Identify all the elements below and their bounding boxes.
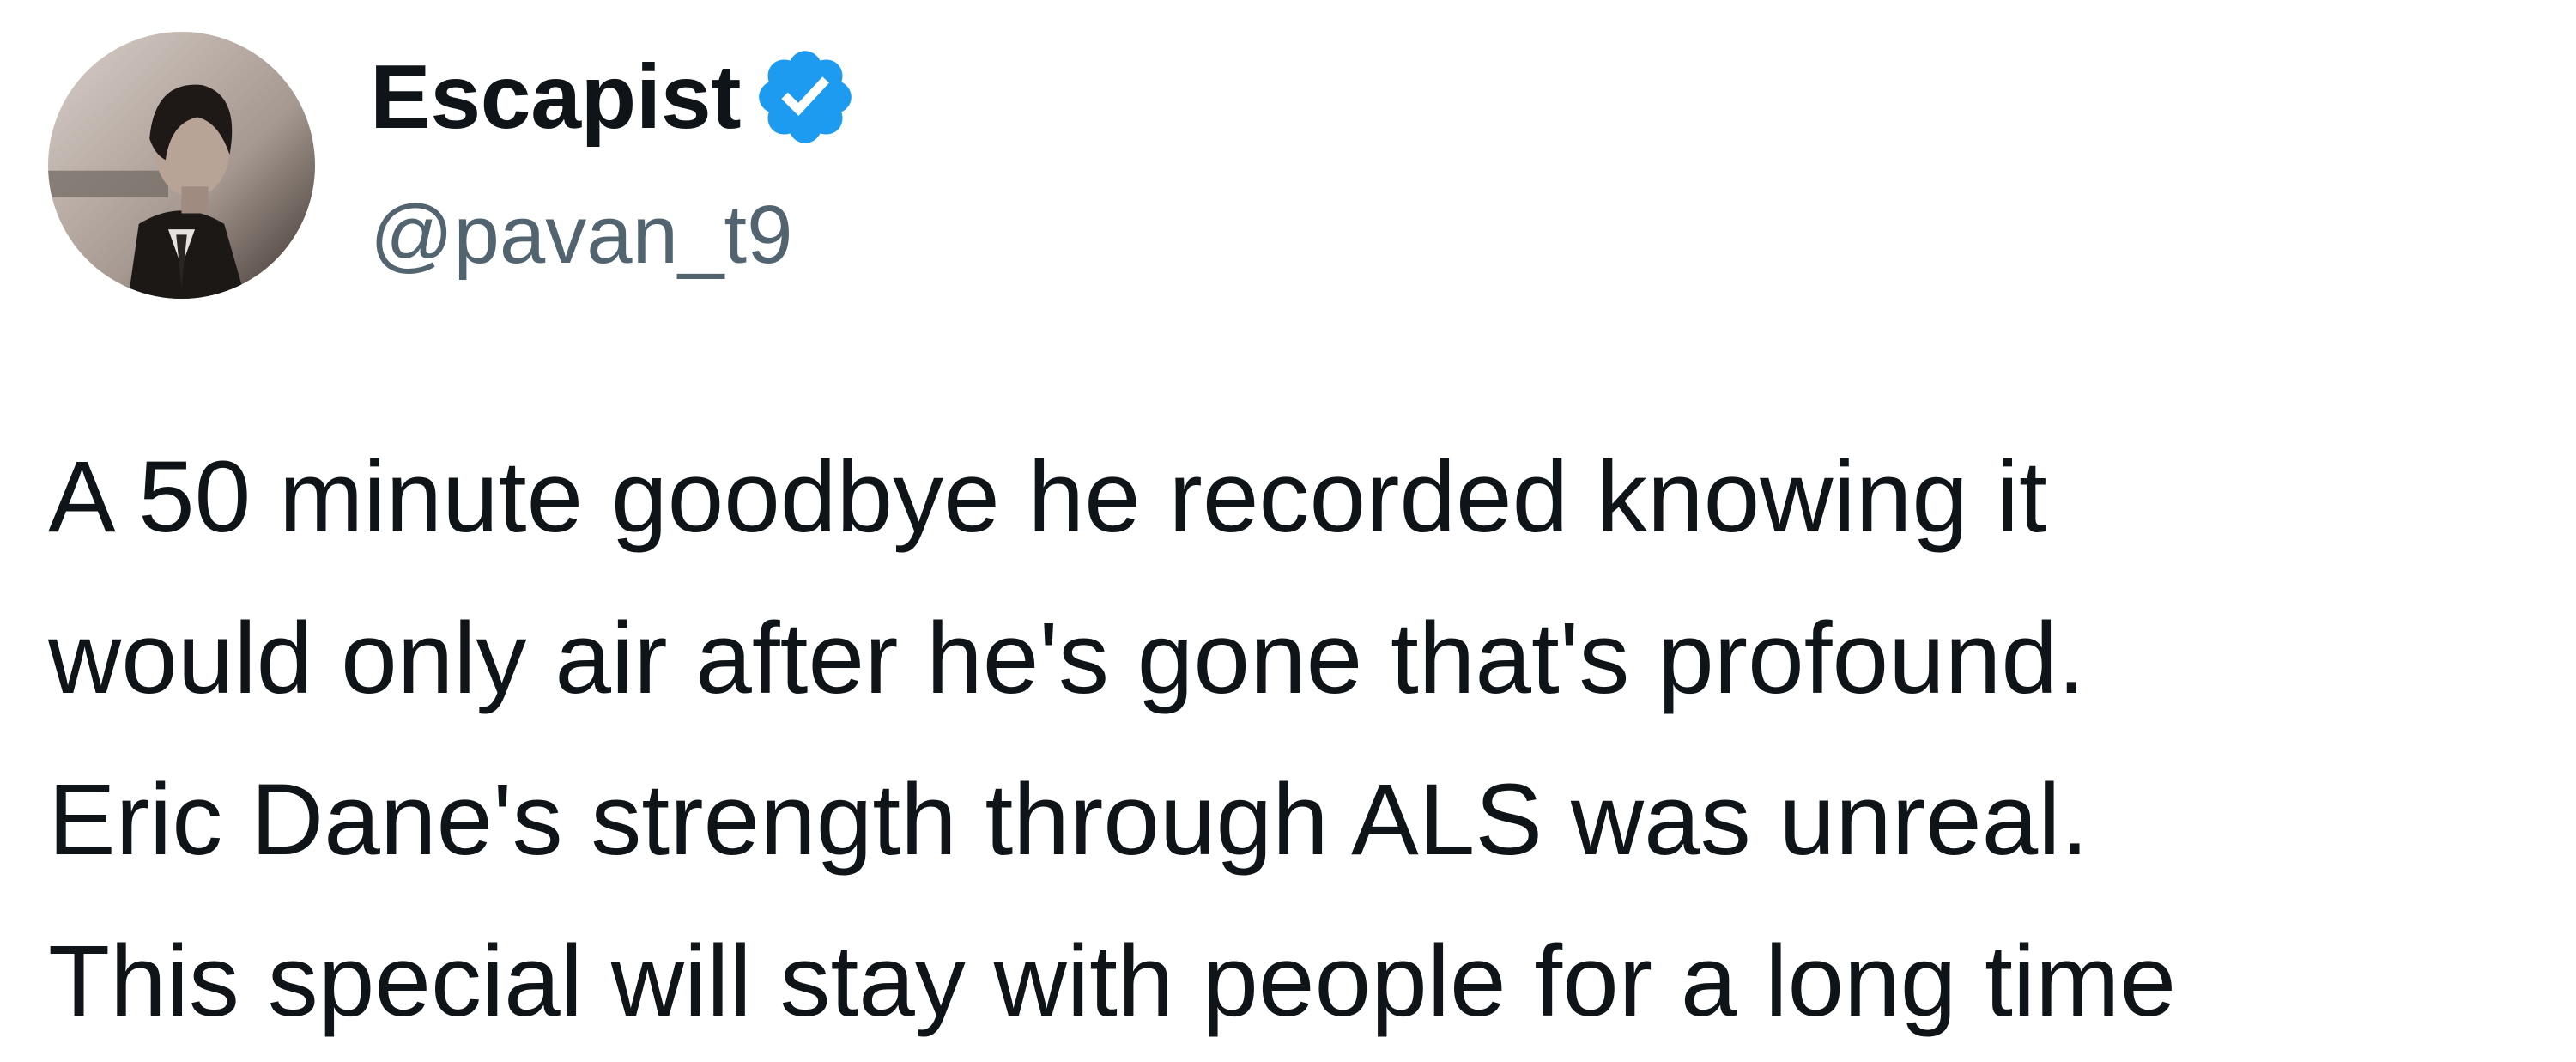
tweet-text-line: Eric Dane's strength through ALS was unr… bbox=[48, 763, 2089, 877]
tweet-text-line: This special will stay with people for a… bbox=[48, 925, 2177, 1038]
author-name-row: Escapist bbox=[370, 41, 859, 153]
tweet-text: A 50 minute goodbye he recorded knowing … bbox=[48, 416, 2537, 1062]
author-display-name[interactable]: Escapist bbox=[370, 41, 742, 153]
tweet-text-line: A 50 minute goodbye he recorded knowing … bbox=[48, 440, 2047, 554]
author-avatar[interactable] bbox=[48, 32, 315, 299]
verified-check-icon[interactable] bbox=[751, 43, 859, 151]
tweet-card: Escapist @pavan_t9 A 50 minute goodbye h… bbox=[0, 0, 2576, 1060]
avatar-photo-icon bbox=[48, 32, 315, 299]
author-handle[interactable]: @pavan_t9 bbox=[370, 184, 792, 287]
tweet-text-line: would only air after he's gone that's pr… bbox=[48, 602, 2086, 715]
